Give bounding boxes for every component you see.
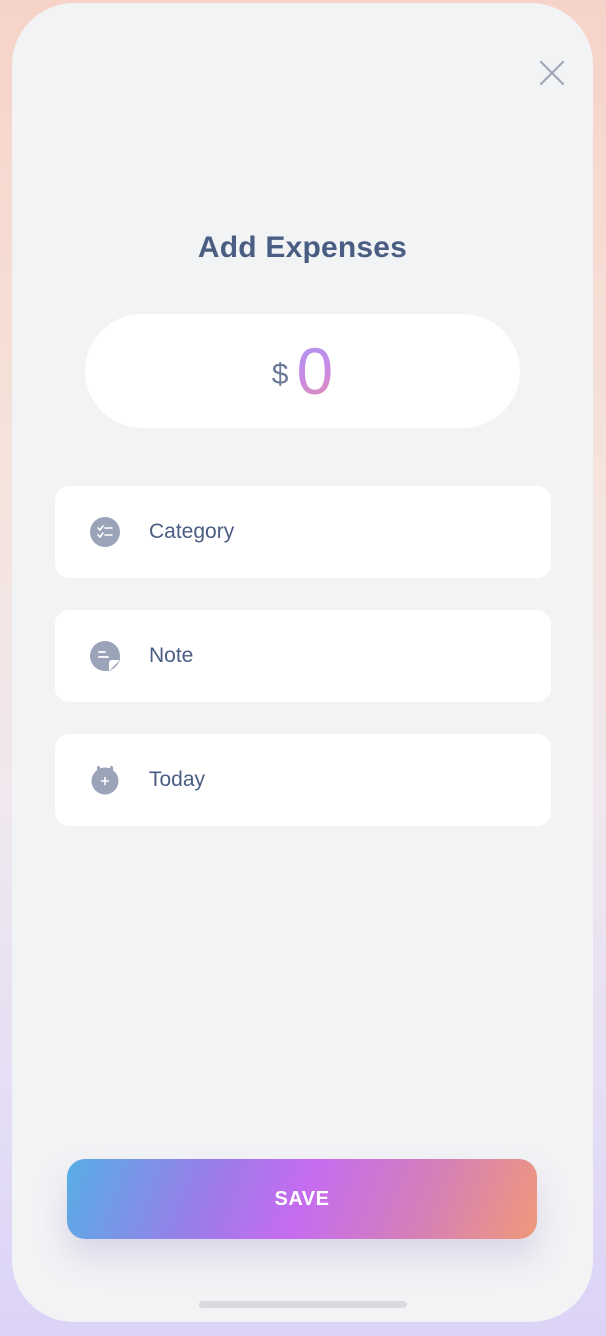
amount-value: 0	[296, 334, 334, 408]
page-title: Add Expenses	[197, 231, 408, 264]
calendar-date-icon	[91, 766, 119, 795]
note-field[interactable]: Note	[55, 610, 551, 702]
screen: Add Expenses $ 0 Category Note Today SAV…	[12, 3, 593, 1322]
amount-input[interactable]: $ 0	[85, 314, 520, 428]
close-icon	[539, 60, 565, 86]
category-checklist-icon	[90, 517, 120, 547]
close-button[interactable]	[538, 59, 566, 87]
date-label: Today	[149, 768, 206, 791]
category-label: Category	[149, 520, 235, 543]
date-field[interactable]: Today	[55, 734, 551, 826]
save-button[interactable]: SAVE	[67, 1159, 537, 1239]
currency-symbol: $	[271, 358, 289, 391]
note-icon	[90, 641, 120, 671]
note-label: Note	[149, 644, 194, 667]
category-field[interactable]: Category	[55, 486, 551, 578]
home-indicator[interactable]	[199, 1301, 407, 1308]
